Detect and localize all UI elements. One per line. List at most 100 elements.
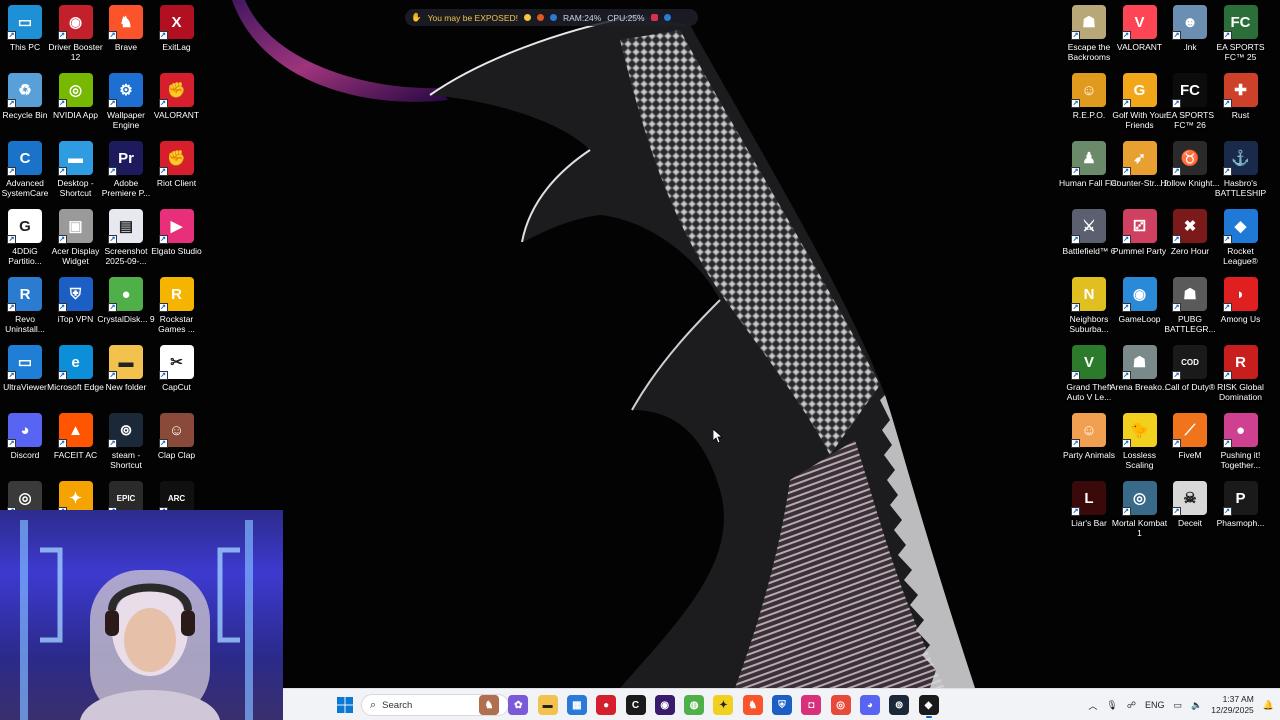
desktop-shortcut[interactable]: R ↗ RISK Global Domination <box>1215 345 1267 402</box>
desktop-shortcut[interactable]: ▲ ↗ FACEIT AC <box>50 413 102 460</box>
desktop-shortcut[interactable]: ☗ ↗ Arena Breako... <box>1110 345 1169 392</box>
desktop-shortcut[interactable]: FC ↗ EA SPORTS FC™ 26 <box>1164 73 1216 130</box>
desktop-shortcut[interactable]: ◕ ↗ Discord <box>0 413 51 460</box>
desktop-shortcut[interactable]: R ↗ Rockstar Games ... <box>151 277 203 334</box>
obs-icon[interactable]: ◉ <box>654 695 675 715</box>
icon-glyph: R <box>171 285 182 303</box>
desktop-shortcut[interactable]: ✂ ↗ CapCut <box>151 345 203 392</box>
show-hidden-icons-chevron-icon[interactable]: ︿ <box>1088 699 1097 712</box>
clock[interactable]: 1:37 AM 12/29/2025 <box>1211 694 1254 716</box>
performance-overlay[interactable]: ✋ You may be EXPOSED! RAM:24% CPU:25% <box>405 9 698 26</box>
desktop-shortcut[interactable]: ◎ ↗ Mortal Kombat 1 <box>1112 481 1167 538</box>
desktop-shortcut[interactable]: ☗ ↗ Escape the Backrooms <box>1063 5 1115 62</box>
crystaldisk-icon: ● ↗ <box>108 277 143 312</box>
desktop-shortcut[interactable]: G ↗ 4DDiG Partitio... <box>0 209 51 266</box>
desktop-shortcut[interactable]: V ↗ Grand Theft Auto V Le... <box>1063 345 1115 402</box>
desktop-shortcut[interactable]: ◆ ↗ Rocket League® <box>1215 209 1267 266</box>
desktop-shortcut[interactable]: ➶ ↗ Counter-Str... 2 <box>1111 141 1168 188</box>
desktop-shortcut[interactable]: e ↗ Microsoft Edge <box>47 345 104 392</box>
fivem-icon: ⟋ ↗ <box>1172 413 1207 448</box>
notification-bell-icon[interactable]: 🔔 <box>1263 700 1274 711</box>
desktop-shortcut[interactable]: Pr ↗ Adobe Premiere P... <box>100 141 152 198</box>
desktop-shortcut[interactable]: ◉ ↗ Driver Booster 12 <box>48 5 103 62</box>
start-button[interactable] <box>335 695 355 715</box>
shortcut-arrow-icon: ↗ <box>108 371 117 380</box>
people-icon[interactable]: ☍ <box>1127 700 1136 711</box>
desktop-shortcut[interactable]: ◗ ↗ Among Us <box>1215 277 1267 324</box>
desktop-shortcut[interactable]: ▬ ↗ New folder <box>100 345 152 392</box>
desktop-shortcut[interactable]: ⚙ ↗ Wallpaper Engine <box>100 73 152 130</box>
neighbors-icon: N ↗ <box>1071 277 1106 312</box>
desktop-shortcut[interactable]: ▣ ↗ Acer Display Widget <box>50 209 102 266</box>
steam-taskbar-icon[interactable]: ⊚ <box>889 695 910 715</box>
desktop-shortcut[interactable]: X ↗ ExitLag <box>151 5 203 52</box>
capcut-taskbar-icon[interactable]: C <box>625 695 646 715</box>
desktop-shortcut[interactable]: ♻ ↗ Recycle Bin <box>0 73 51 120</box>
volume-icon[interactable]: 🔈 <box>1191 700 1202 711</box>
chrome-icon[interactable]: ◎ <box>830 695 851 715</box>
chess-widget-icon[interactable]: ♞ <box>479 695 499 715</box>
desktop-shortcut[interactable]: P ↗ Phasmoph... <box>1215 481 1267 528</box>
desktop-shortcut[interactable]: C ↗ Advanced SystemCare <box>0 141 51 198</box>
icon-glyph: ✊ <box>167 82 186 99</box>
desktop-shortcut[interactable]: ▭ ↗ This PC <box>0 5 51 52</box>
desktop-shortcut[interactable]: ✚ ↗ Rust <box>1215 73 1267 120</box>
system-tray: ︿ 🎙 ☍ ENG ▭ 🔈 1:37 AM 12/29/2025 🔔 <box>1088 689 1274 720</box>
vpn-taskbar-icon[interactable]: ⛨ <box>772 695 792 715</box>
brave-taskbar-icon[interactable]: ♞ <box>742 695 763 715</box>
desktop-shortcut[interactable]: ⚔ ↗ Battlefield™ 6 <box>1063 209 1115 256</box>
desktop-shortcut[interactable]: L ↗ Liar's Bar <box>1063 481 1115 528</box>
desktop-shortcut[interactable]: ☺ ↗ R.E.P.O. <box>1063 73 1115 120</box>
desktop-shortcut[interactable]: ☺ ↗ Clap Clap <box>151 413 203 460</box>
desktop-shortcut[interactable]: ⚓ ↗ Hasbro's BATTLESHIP <box>1215 141 1267 198</box>
shortcut-arrow-icon: ↗ <box>57 439 67 448</box>
shortcut-arrow-icon: ↗ <box>57 31 67 40</box>
desktop-shortcut[interactable]: V ↗ VALORANT <box>1114 5 1166 52</box>
language-indicator[interactable]: ENG <box>1145 700 1165 710</box>
riot-taskbar-icon[interactable]: ● <box>596 695 617 715</box>
lossless-taskbar-icon[interactable]: ✦ <box>713 695 734 715</box>
app-active-icon[interactable]: ◆ <box>918 695 939 718</box>
desktop-shortcut[interactable]: ☗ ↗ PUBG BATTLEGR... <box>1164 277 1216 334</box>
desktop-shortcut[interactable]: ◎ ↗ NVIDIA App <box>50 73 102 120</box>
instagram-icon[interactable]: ◘ <box>801 695 822 715</box>
desktop-shortcut[interactable]: G ↗ Golf With Your Friends <box>1112 73 1167 130</box>
desktop-shortcut[interactable]: COD ↗ Call of Duty® <box>1164 345 1216 392</box>
desktop-shortcut[interactable]: ◉ ↗ GameLoop <box>1114 277 1166 324</box>
desktop-shortcut[interactable]: 🐤 ↗ Lossless Scaling <box>1114 413 1166 470</box>
crystaldisk-taskbar-icon[interactable]: ◍ <box>684 695 705 715</box>
desktop-shortcut[interactable]: N ↗ Neighbors Suburba... <box>1063 277 1115 334</box>
desktop-shortcut[interactable]: ● ↗ CrystalDisk... 9 <box>97 277 155 324</box>
desktop-shortcut[interactable]: ✖ ↗ Zero Hour <box>1164 209 1216 256</box>
desktop-shortcut[interactable]: ▤ ↗ Screenshot 2025-09-... <box>100 209 152 266</box>
microsoft-store-icon[interactable]: ▦ <box>566 695 587 715</box>
desktop-shortcut[interactable]: ☺ ↗ Party Animals <box>1063 413 1115 460</box>
desktop-shortcut[interactable]: ♞ ↗ Brave <box>100 5 152 52</box>
icon-glyph: COD <box>1181 357 1199 367</box>
desktop-shortcut[interactable]: ● ↗ Pushing it! Together... <box>1215 413 1267 470</box>
microphone-icon[interactable]: 🎙 <box>1106 700 1117 711</box>
network-icon[interactable]: ▭ <box>1174 700 1183 711</box>
desktop-shortcut[interactable]: ▬ ↗ Desktop - Shortcut <box>50 141 102 198</box>
desktop-shortcut[interactable]: ☠ ↗ Deceit <box>1164 481 1216 528</box>
desktop-shortcut[interactable]: ✊ ↗ VALORANT <box>151 73 203 120</box>
desktop-shortcut[interactable]: ⚂ ↗ Pummel Party <box>1113 209 1166 256</box>
among-us-icon: ◗ ↗ <box>1222 277 1258 312</box>
desktop-shortcut[interactable]: ✊ ↗ Riot Client <box>151 141 203 188</box>
copilot-icon[interactable]: ✿ <box>508 695 529 715</box>
desktop-shortcut[interactable]: R ↗ Revo Uninstall... <box>0 277 51 334</box>
shortcut-arrow-icon: ↗ <box>1071 371 1080 380</box>
discord-taskbar-icon[interactable]: ◕ <box>859 695 880 715</box>
desktop-shortcut[interactable]: ⟋ ↗ FiveM <box>1164 413 1216 460</box>
desktop-shortcut[interactable]: ▭ ↗ UltraViewer <box>0 345 51 392</box>
clock-date: 12/29/2025 <box>1211 705 1254 715</box>
desktop-shortcut[interactable]: ☻ ↗ .lnk <box>1164 5 1216 52</box>
desktop-shortcut[interactable]: ♟ ↗ Human Fall Flat <box>1059 141 1119 188</box>
desktop-shortcut[interactable]: ▶ ↗ Elgato Studio <box>151 209 203 256</box>
icon-glyph: ☗ <box>1132 354 1147 371</box>
file-explorer-icon[interactable]: ▬ <box>537 695 558 715</box>
desktop-shortcut[interactable]: ♉ ↗ Hollow Knight... <box>1160 141 1220 188</box>
desktop-shortcut[interactable]: ⛨ ↗ iTop VPN <box>50 277 102 324</box>
desktop-shortcut[interactable]: FC ↗ EA SPORTS FC™ 25 <box>1215 5 1267 62</box>
desktop-shortcut[interactable]: ⊚ ↗ steam - Shortcut <box>100 413 152 470</box>
